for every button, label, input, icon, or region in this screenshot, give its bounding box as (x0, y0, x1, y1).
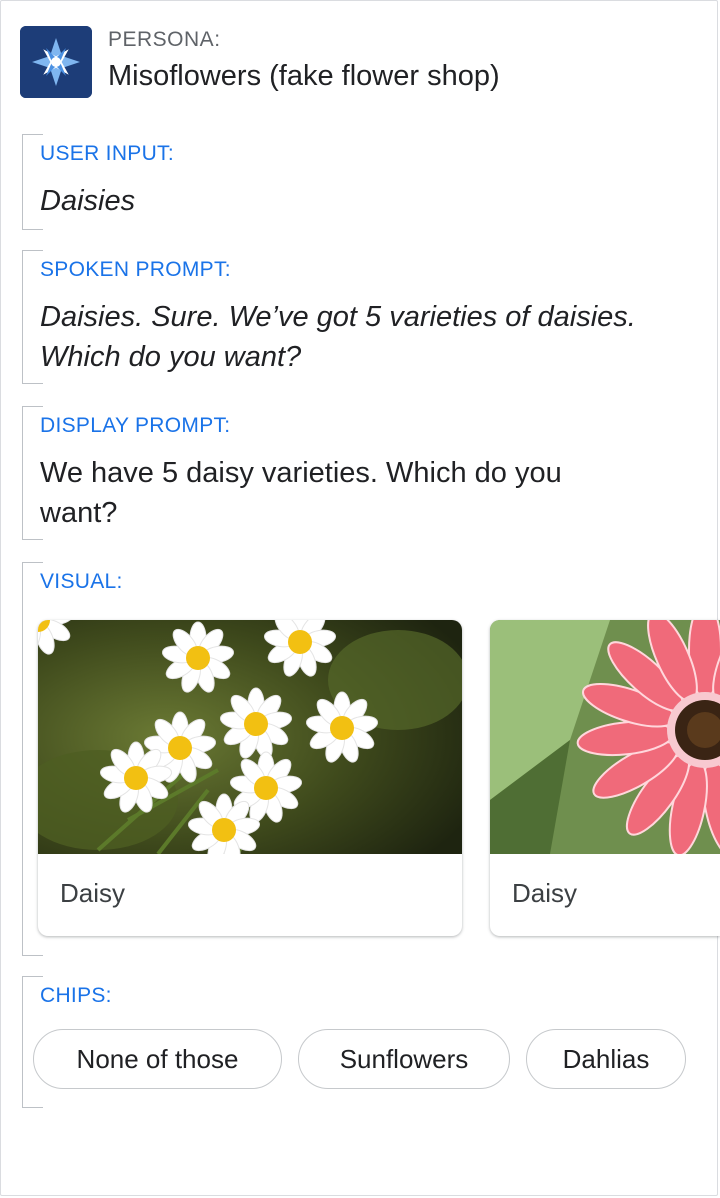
persona-name: Misoflowers (fake flower shop) (108, 60, 500, 92)
spoken-prompt-section: SPOKEN PROMPT: Daisies. Sure. We’ve got … (22, 250, 682, 384)
persona-label: PERSONA: (108, 28, 221, 51)
user-input-text: Daisies (40, 185, 136, 217)
spoken-prompt-title: SPOKEN PROMPT: (40, 258, 231, 281)
user-input-section: USER INPUT: Daisies (22, 134, 682, 230)
chips-title: CHIPS: (40, 984, 112, 1007)
card-caption: Daisy (512, 878, 578, 908)
browse-card[interactable]: Daisy (490, 620, 720, 936)
browse-card[interactable]: Daisy (38, 620, 462, 936)
chip-sunflowers[interactable]: Sunflowers (298, 1029, 510, 1089)
chip-dahlias[interactable]: Dahlias (526, 1029, 686, 1089)
pink-gerbera-daisy-photo (490, 620, 720, 857)
display-prompt-title: DISPLAY PROMPT: (40, 414, 231, 437)
display-prompt-text: We have 5 daisy varieties. Which do you … (40, 457, 562, 529)
card-caption: Daisy (60, 878, 126, 908)
spoken-prompt-text: Daisies. Sure. We’ve got 5 varieties of … (40, 301, 636, 373)
user-input-title: USER INPUT: (40, 142, 174, 165)
chip-none-of-those[interactable]: None of those (33, 1029, 282, 1089)
white-daisies-photo (38, 620, 462, 868)
miso-logo-icon (20, 26, 92, 98)
visual-title: VISUAL: (40, 570, 123, 593)
display-prompt-section: DISPLAY PROMPT: We have 5 daisy varietie… (22, 406, 682, 540)
